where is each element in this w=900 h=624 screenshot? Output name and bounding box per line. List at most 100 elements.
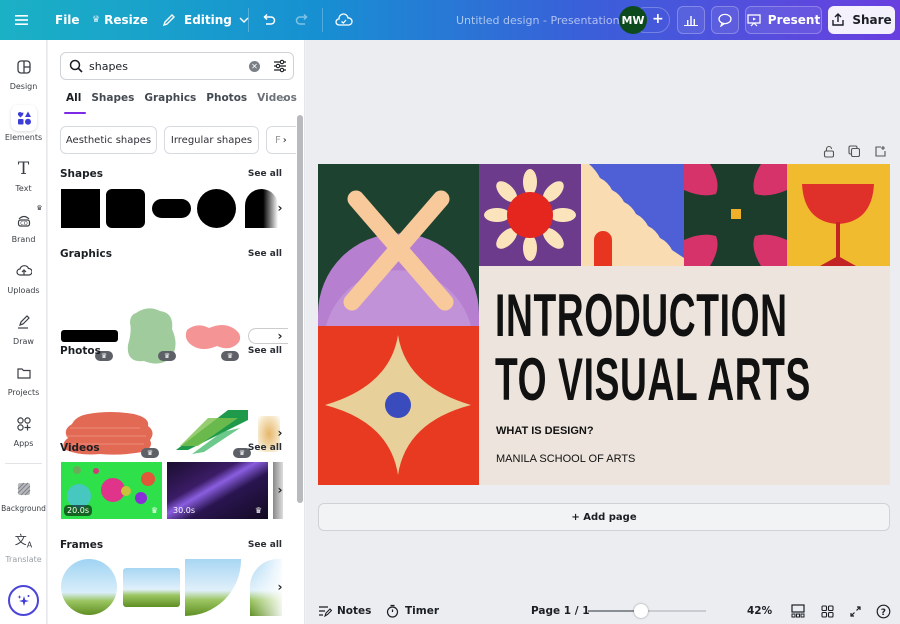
graphic-pink-blob[interactable] <box>183 322 243 352</box>
avatar[interactable]: MW <box>619 6 647 34</box>
duplicate-page-button[interactable] <box>846 143 862 159</box>
shape-rounded-square[interactable] <box>106 189 145 228</box>
slide-school-name[interactable]: MANILA SCHOOL OF ARTS <box>496 453 635 465</box>
rail-item-design[interactable]: Design <box>0 54 47 102</box>
rail-item-text[interactable]: T Text <box>0 156 47 204</box>
share-button[interactable]: Share <box>828 6 895 34</box>
shape-circle[interactable] <box>197 189 236 228</box>
search-input[interactable] <box>89 58 239 74</box>
frame-circle[interactable] <box>61 559 117 615</box>
rail-item-brand[interactable]: CO ♛ Brand <box>0 204 47 255</box>
see-all-shapes-link[interactable]: See all <box>248 169 282 179</box>
graphics-scroll-right-icon[interactable]: › <box>271 327 289 345</box>
sparkles-icon <box>17 594 29 606</box>
goblet-stem <box>836 222 840 258</box>
slide-canvas[interactable]: INTRODUCTION TO VISUAL ARTS WHAT IS DESI… <box>318 164 890 485</box>
frame-quarter-circle[interactable] <box>185 559 241 616</box>
plus-icon: + <box>652 11 664 27</box>
zoom-percent[interactable]: 42% <box>747 598 772 624</box>
redo-button[interactable] <box>294 0 310 40</box>
blue-eye <box>385 392 411 418</box>
page-indicator[interactable]: Page 1 / 1 <box>531 598 590 624</box>
tab-shapes[interactable]: Shapes <box>91 92 134 114</box>
slide-title[interactable]: INTRODUCTION TO VISUAL ARTS <box>495 284 811 412</box>
cloud-upload-icon <box>11 258 37 284</box>
clear-search-button[interactable]: ✕ <box>249 61 260 72</box>
rail-item-elements[interactable]: Elements <box>0 105 47 153</box>
fullscreen-button[interactable] <box>849 598 862 624</box>
magic-assistant-button[interactable] <box>8 585 39 616</box>
rail-item-translate[interactable]: 文A Translate <box>0 527 47 575</box>
flower-center <box>507 192 553 238</box>
red-arch <box>594 231 612 266</box>
chip-irregular-shapes[interactable]: Irregular shapes <box>164 126 259 154</box>
editing-mode-dropdown[interactable]: Editing <box>162 0 249 40</box>
chip-more[interactable]: F › <box>266 126 296 154</box>
frame-rectangle[interactable] <box>123 568 180 607</box>
zoom-slider-thumb[interactable] <box>634 604 649 618</box>
grid-icon <box>821 604 834 618</box>
tabs-scroll-right-icon[interactable]: › <box>282 92 286 105</box>
rail-item-uploads[interactable]: Uploads <box>0 258 47 306</box>
chip-aesthetic-shapes[interactable]: Aesthetic shapes <box>60 126 157 154</box>
lock-page-button[interactable] <box>821 143 837 159</box>
rail-item-projects[interactable]: Projects <box>0 360 47 408</box>
shape-square[interactable] <box>61 189 100 228</box>
expand-icon <box>850 605 861 617</box>
graphic-black-bar[interactable] <box>61 330 118 342</box>
suggestion-chips: Aesthetic shapes Irregular shapes F › <box>60 126 296 154</box>
video-spheres[interactable]: 20.0s ♛ <box>61 462 162 519</box>
resize-button[interactable]: ♛ Resize <box>92 0 148 40</box>
file-menu-button[interactable]: File <box>55 0 80 40</box>
rail-item-draw[interactable]: Draw <box>0 309 47 357</box>
shapes-scroll-right-icon[interactable]: › <box>271 199 289 217</box>
pencil-icon <box>162 14 175 27</box>
save-status-button[interactable] <box>335 0 353 40</box>
photos-scroll-right-icon[interactable]: › <box>271 424 289 442</box>
crown-icon: ♛ <box>92 15 101 25</box>
main-menu-button[interactable] <box>14 0 30 40</box>
see-all-photos-link[interactable]: See all <box>248 346 282 356</box>
presentation-icon <box>747 14 761 27</box>
video-purple-particles[interactable]: 30.0s ♛ <box>167 462 268 519</box>
tab-videos[interactable]: Videos <box>257 92 297 114</box>
help-button[interactable]: ? <box>876 598 891 624</box>
grid-view-button[interactable] <box>821 598 834 624</box>
filter-sliders-icon[interactable] <box>273 59 287 73</box>
videos-scroll-right-icon[interactable]: › <box>271 481 289 499</box>
elements-panel: ✕ All Shapes Graphics Photos Videos › Ae… <box>48 40 305 624</box>
redo-icon <box>295 13 308 25</box>
see-all-frames-link[interactable]: See all <box>248 540 282 550</box>
tab-photos[interactable]: Photos <box>206 92 247 114</box>
see-all-videos-link[interactable]: See all <box>248 443 282 453</box>
insights-button[interactable] <box>677 6 705 34</box>
see-all-graphics-link[interactable]: See all <box>248 249 282 259</box>
present-button[interactable]: Present <box>745 6 822 34</box>
section-title-frames: Frames <box>60 539 104 551</box>
tab-all[interactable]: All <box>66 92 81 114</box>
add-page-after-button[interactable] <box>872 143 888 159</box>
svg-text:?: ? <box>881 608 886 618</box>
notes-button[interactable]: Notes <box>318 598 371 624</box>
document-title[interactable]: Untitled design - Presentation <box>456 0 620 40</box>
timer-icon <box>386 604 399 618</box>
rail-item-apps[interactable]: Apps <box>0 411 47 459</box>
panel-scrollbar[interactable] <box>297 115 303 503</box>
frames-scroll-right-icon[interactable]: › <box>271 578 289 596</box>
rail-item-background[interactable]: Background <box>0 476 47 524</box>
shapes-icon <box>10 105 37 131</box>
shape-pill[interactable] <box>152 199 191 218</box>
slide-subtitle[interactable]: WHAT IS DESIGN? <box>496 425 594 437</box>
add-page-button[interactable]: + Add page <box>318 503 890 531</box>
notes-icon <box>319 606 332 617</box>
bar-chart-icon <box>684 16 698 26</box>
crown-icon: ♛ <box>36 204 43 212</box>
timer-button[interactable]: Timer <box>386 598 439 624</box>
undo-button[interactable] <box>261 0 277 40</box>
top-bar: File ♛ Resize Editing Untitled design - … <box>0 0 900 40</box>
duplicate-icon <box>848 145 860 157</box>
page-grid-view-button[interactable] <box>791 598 805 624</box>
tab-graphics[interactable]: Graphics <box>144 92 196 114</box>
comments-button[interactable] <box>711 6 739 34</box>
crown-icon: ♛ <box>150 506 158 515</box>
